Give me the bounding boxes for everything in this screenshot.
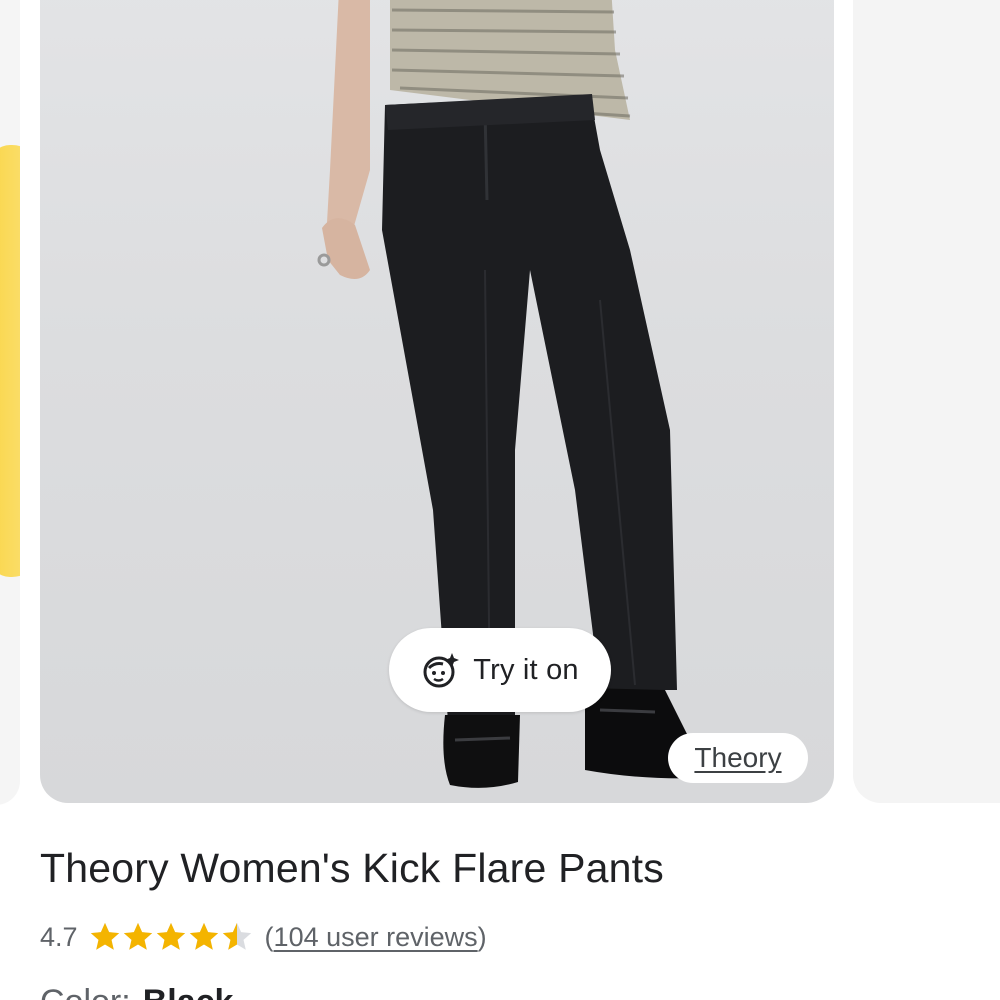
color-value: Black [143, 983, 234, 1000]
reviews-count-label: 104 user reviews [273, 921, 478, 952]
next-image-card[interactable] [853, 0, 1000, 803]
star-icon [90, 922, 119, 950]
rating-row: 4.7 (104 user reviews) [40, 916, 487, 958]
previous-image-card[interactable] [0, 0, 20, 805]
product-title: Theory Women's Kick Flare Pants [40, 845, 664, 891]
try-it-on-button[interactable]: Try it on [389, 628, 611, 712]
brand-link[interactable]: Theory [668, 733, 808, 783]
star-rating [88, 920, 253, 954]
reviews-link[interactable]: (104 user reviews) [265, 922, 487, 953]
rating-value: 4.7 [40, 921, 78, 952]
star-icon [189, 922, 218, 950]
image-carousel[interactable]: Try it on Theory [0, 0, 1000, 805]
face-sparkle-icon [421, 650, 461, 690]
previous-product-image [0, 145, 20, 577]
reviews-close-paren: ) [477, 921, 487, 952]
color-label: Color: [40, 983, 131, 1000]
try-it-on-label: Try it on [473, 653, 579, 686]
star-icon [156, 922, 185, 950]
color-row: Color: Black [40, 983, 233, 1000]
brand-label: Theory [694, 742, 782, 773]
star-icon [222, 922, 251, 950]
star-icon [123, 922, 152, 950]
reviews-open-paren: ( [264, 921, 274, 952]
product-page: Try it on Theory Theory Women's Kick Fla… [0, 0, 1000, 1000]
product-image[interactable]: Try it on Theory [40, 0, 834, 803]
